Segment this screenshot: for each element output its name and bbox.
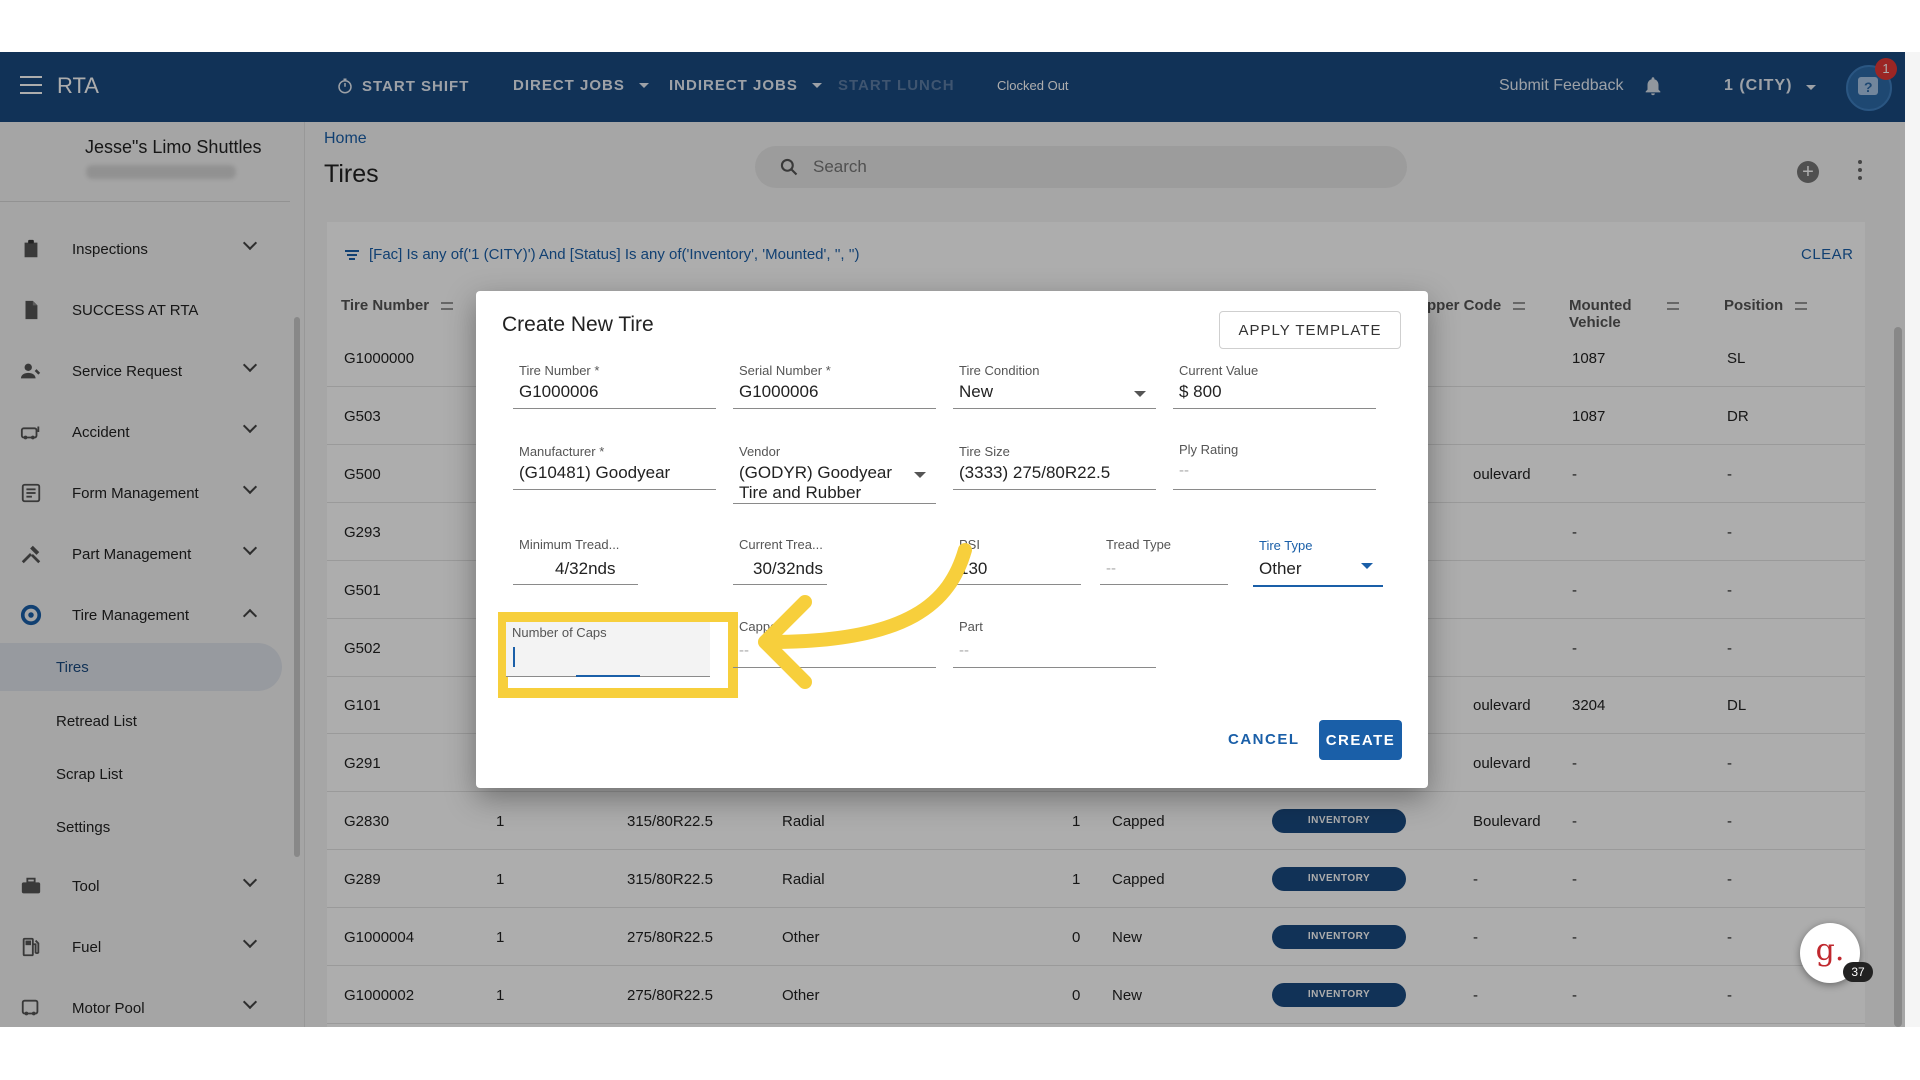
number-of-caps-field[interactable]: Number of Caps [506, 622, 710, 677]
field-label: Current Value [1179, 363, 1259, 378]
tire-condition-select[interactable]: Tire Condition New [953, 363, 1156, 409]
field-value-line1: (GODYR) Goodyear [739, 463, 893, 482]
field-label: Tread Type [1106, 537, 1172, 552]
field-label: Tire Size [959, 444, 1010, 459]
screen-stage: RTA START SHIFT DIRECT JOBS INDIRECT JOB… [0, 52, 1920, 1027]
ply-rating-field[interactable]: Ply Rating -- [1173, 442, 1376, 490]
tire-size-field[interactable]: Tire Size (3333) 275/80R22.5 [953, 444, 1156, 490]
field-label: Vendor [739, 444, 781, 459]
minimum-tread-field[interactable]: Minimum Tread... 4/32nds [513, 537, 638, 585]
text-cursor [513, 647, 515, 667]
field-value: -- [1106, 560, 1116, 577]
dropdown-arrow-icon [1134, 391, 1146, 397]
field-value: New [959, 382, 994, 401]
cancel-button[interactable]: CANCEL [1228, 731, 1300, 748]
tread-type-field[interactable]: Tread Type -- [1100, 537, 1228, 585]
field-value: (3333) 275/80R22.5 [959, 463, 1111, 482]
dialog-title: Create New Tire [502, 313, 654, 336]
part-field[interactable]: Part -- [953, 619, 1156, 668]
dropdown-arrow-icon [1361, 563, 1373, 569]
field-value: (G10481) Goodyear [519, 463, 671, 482]
tire-number-field[interactable]: Tire Number * G1000006 [513, 363, 716, 409]
manufacturer-field[interactable]: Manufacturer * (G10481) Goodyear [513, 444, 716, 490]
app-root: RTA START SHIFT DIRECT JOBS INDIRECT JOB… [0, 52, 1920, 1027]
field-label: Manufacturer * [519, 444, 605, 459]
serial-number-field[interactable]: Serial Number * G1000006 [733, 363, 936, 409]
field-label: Number of Caps [512, 625, 607, 640]
dropdown-arrow-icon [914, 472, 926, 478]
field-value-line2: Tire and Rubber [739, 483, 862, 502]
field-value: Other [1259, 559, 1302, 578]
field-value: 4/32nds [555, 559, 616, 578]
field-label: Tire Number * [519, 363, 600, 378]
current-value-field[interactable]: Current Value $ 800 [1173, 363, 1376, 409]
field-label: Tire Condition [959, 363, 1040, 378]
field-label: Minimum Tread... [519, 537, 620, 552]
apply-template-button[interactable]: APPLY TEMPLATE [1219, 311, 1401, 349]
field-label: Serial Number * [739, 363, 831, 378]
field-value: G1000006 [739, 382, 819, 401]
tire-type-select[interactable]: Tire Type Other [1253, 538, 1383, 587]
focus-indicator [576, 675, 640, 677]
field-label: Ply Rating [1179, 442, 1239, 457]
field-label: Tire Type [1259, 538, 1313, 553]
field-value: -- [1179, 462, 1189, 479]
create-new-tire-dialog: Create New Tire APPLY TEMPLATE Tire Numb… [476, 291, 1428, 788]
field-value: G1000006 [519, 382, 599, 401]
help-widget-count: 37 [1843, 962, 1873, 982]
annotation-arrow-icon [758, 543, 972, 689]
field-value: $ 800 [1179, 382, 1222, 401]
create-button[interactable]: CREATE [1319, 720, 1402, 760]
vendor-select[interactable]: Vendor (GODYR) Goodyear Tire and Rubber [733, 444, 936, 504]
